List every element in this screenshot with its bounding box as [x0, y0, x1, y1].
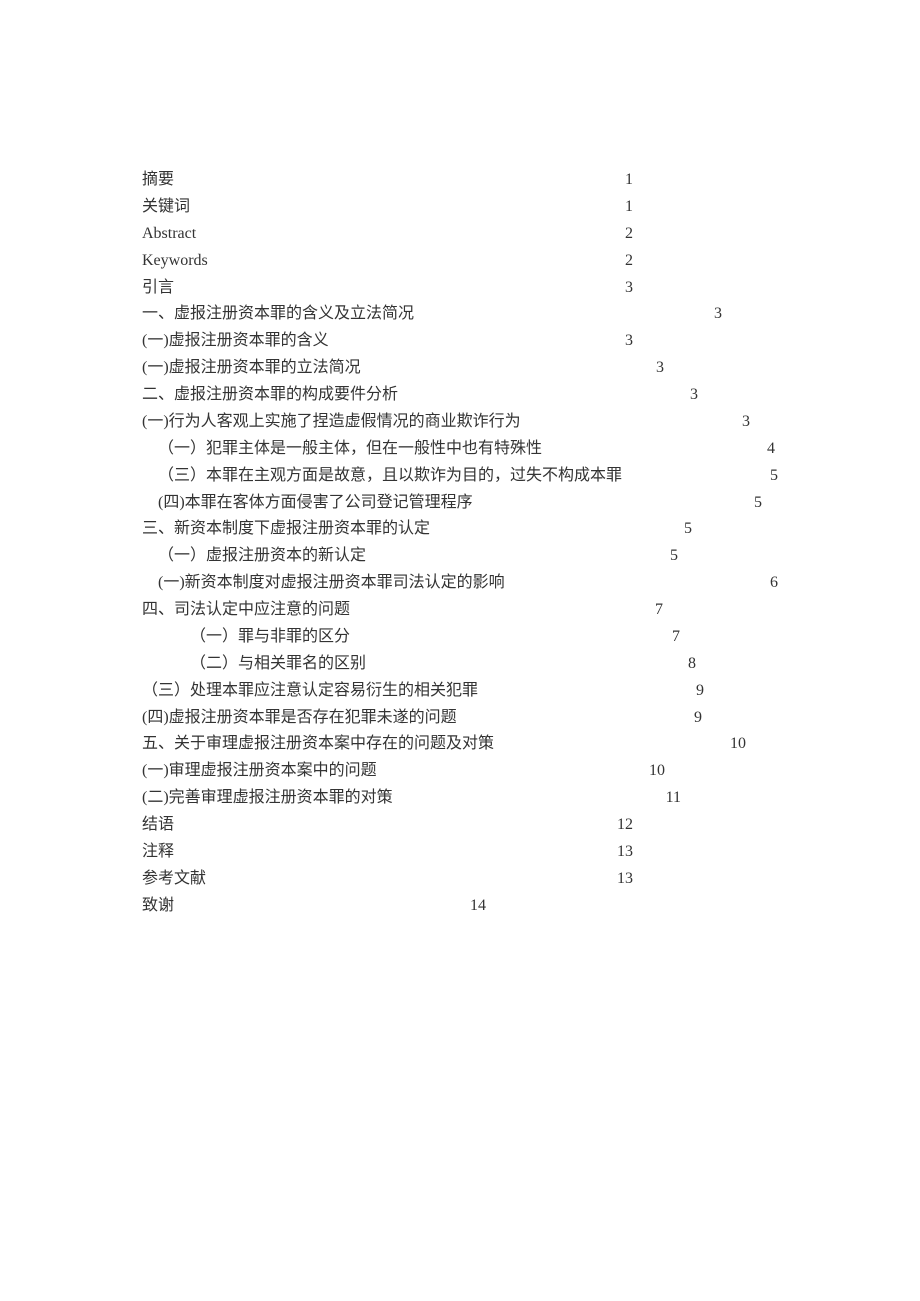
toc-page-number: 2: [625, 221, 633, 248]
toc-page-number: 3: [625, 275, 633, 302]
toc-entry: 三、新资本制度下虚报注册资本罪的认定 5: [142, 516, 692, 543]
toc-label: （二）与相关罪名的区别: [190, 651, 366, 678]
toc-label: Keywords: [142, 248, 208, 275]
toc-entry: 注释 13: [142, 839, 633, 866]
toc-label: 关键词: [142, 194, 190, 221]
toc-entry: 致谢 14: [142, 893, 486, 920]
toc-page-number: 4: [767, 436, 775, 463]
toc-page-number: 10: [649, 758, 665, 785]
toc-page-number: 10: [730, 731, 746, 758]
toc-label: (一)虚报注册资本罪的含义: [142, 328, 329, 355]
toc-label: 二、虚报注册资本罪的构成要件分析: [142, 382, 398, 409]
toc-label: (一)行为人客观上实施了捏造虚假情况的商业欺诈行为: [142, 409, 521, 436]
toc-entry: Keywords 2: [142, 248, 633, 275]
toc-page-number: 13: [617, 866, 633, 893]
toc-page-number: 13: [617, 839, 633, 866]
toc-label: 五、关于审理虚报注册资本案中存在的问题及对策: [142, 731, 494, 758]
toc-label: (一)新资本制度对虚报注册资本罪司法认定的影响: [158, 570, 505, 597]
toc-label: (二)完善审理虚报注册资本罪的对策: [142, 785, 393, 812]
toc-entry: (一)行为人客观上实施了捏造虚假情况的商业欺诈行为 3: [142, 409, 750, 436]
toc-page-number: 3: [714, 301, 722, 328]
toc-label: (四)虚报注册资本罪是否存在犯罪未遂的问题: [142, 705, 457, 732]
toc-entry: （一）犯罪主体是一般主体，但在一般性中也有特殊性 4: [142, 436, 775, 463]
toc-label: 引言: [142, 275, 174, 302]
toc-entry: (一)虚报注册资本罪的含义 3: [142, 328, 633, 355]
toc-entry: 五、关于审理虚报注册资本案中存在的问题及对策 10: [142, 731, 746, 758]
toc-label: 三、新资本制度下虚报注册资本罪的认定: [142, 516, 430, 543]
toc-label: （一）罪与非罪的区分: [190, 624, 350, 651]
toc-page-number: 5: [770, 463, 778, 490]
toc-page-number: 1: [625, 167, 633, 194]
toc-page-number: 9: [696, 678, 704, 705]
toc-entry: （三）本罪在主观方面是故意，且以欺诈为目的，过失不构成本罪 5: [142, 463, 778, 490]
toc-entry: 引言 3: [142, 275, 633, 302]
toc-page-number: 1: [625, 194, 633, 221]
toc-label: (四)本罪在客体方面侵害了公司登记管理程序: [158, 490, 473, 517]
toc-entry: 摘要 1: [142, 167, 633, 194]
toc-page-number: 5: [754, 490, 762, 517]
toc-entry: (四)本罪在客体方面侵害了公司登记管理程序 5: [142, 490, 762, 517]
toc-label: （一）犯罪主体是一般主体，但在一般性中也有特殊性: [158, 436, 542, 463]
toc-page-number: 7: [672, 624, 680, 651]
toc-label: （三）处理本罪应注意认定容易衍生的相关犯罪: [142, 678, 478, 705]
toc-page-number: 8: [688, 651, 696, 678]
toc-entry: （三）处理本罪应注意认定容易衍生的相关犯罪 9: [142, 678, 704, 705]
toc-entry: 结语 12: [142, 812, 633, 839]
toc-page-number: 12: [617, 812, 633, 839]
toc-page-number: 6: [770, 570, 778, 597]
toc-page-number: 7: [655, 597, 663, 624]
table-of-contents: 摘要1关键词1Abstract2Keywords2引言3一、虚报注册资本罪的含义…: [142, 167, 778, 920]
toc-entry: 参考文献 13: [142, 866, 633, 893]
toc-page-number: 5: [684, 516, 692, 543]
toc-entry: 四、司法认定中应注意的问题 7: [142, 597, 663, 624]
toc-page-number: 14: [470, 893, 486, 920]
toc-entry: (一)审理虚报注册资本案中的问题 10: [142, 758, 665, 785]
toc-label: 摘要: [142, 167, 174, 194]
toc-page-number: 5: [670, 543, 678, 570]
toc-label: 一、虚报注册资本罪的含义及立法简况: [142, 301, 414, 328]
toc-page-number: 2: [625, 248, 633, 275]
toc-entry: (二)完善审理虚报注册资本罪的对策 11: [142, 785, 681, 812]
toc-label: （一）虚报注册资本的新认定: [158, 543, 366, 570]
toc-page-number: 3: [742, 409, 750, 436]
toc-label: 结语: [142, 812, 174, 839]
toc-page-number: 3: [656, 355, 664, 382]
toc-entry: Abstract 2: [142, 221, 633, 248]
toc-label: (一)虚报注册资本罪的立法简况: [142, 355, 361, 382]
toc-label: (一)审理虚报注册资本案中的问题: [142, 758, 377, 785]
toc-page-number: 9: [694, 705, 702, 732]
toc-entry: (四)虚报注册资本罪是否存在犯罪未遂的问题 9: [142, 705, 702, 732]
toc-page-number: 3: [690, 382, 698, 409]
toc-entry: 关键词 1: [142, 194, 633, 221]
toc-entry: （二）与相关罪名的区别 8: [142, 651, 696, 678]
toc-entry: （一）虚报注册资本的新认定 5: [142, 543, 678, 570]
toc-label: 四、司法认定中应注意的问题: [142, 597, 350, 624]
toc-entry: (一)新资本制度对虚报注册资本罪司法认定的影响 6: [142, 570, 778, 597]
toc-label: Abstract: [142, 221, 196, 248]
toc-entry: (一)虚报注册资本罪的立法简况 3: [142, 355, 664, 382]
toc-entry: 一、虚报注册资本罪的含义及立法简况 3: [142, 301, 722, 328]
toc-label: 参考文献: [142, 866, 206, 893]
toc-label: 致谢: [142, 893, 174, 920]
toc-label: 注释: [142, 839, 174, 866]
toc-entry: （一）罪与非罪的区分 7: [142, 624, 680, 651]
toc-label: （三）本罪在主观方面是故意，且以欺诈为目的，过失不构成本罪: [158, 463, 622, 490]
toc-entry: 二、虚报注册资本罪的构成要件分析 3: [142, 382, 698, 409]
toc-page-number: 3: [625, 328, 633, 355]
toc-page-number: 11: [666, 785, 681, 812]
